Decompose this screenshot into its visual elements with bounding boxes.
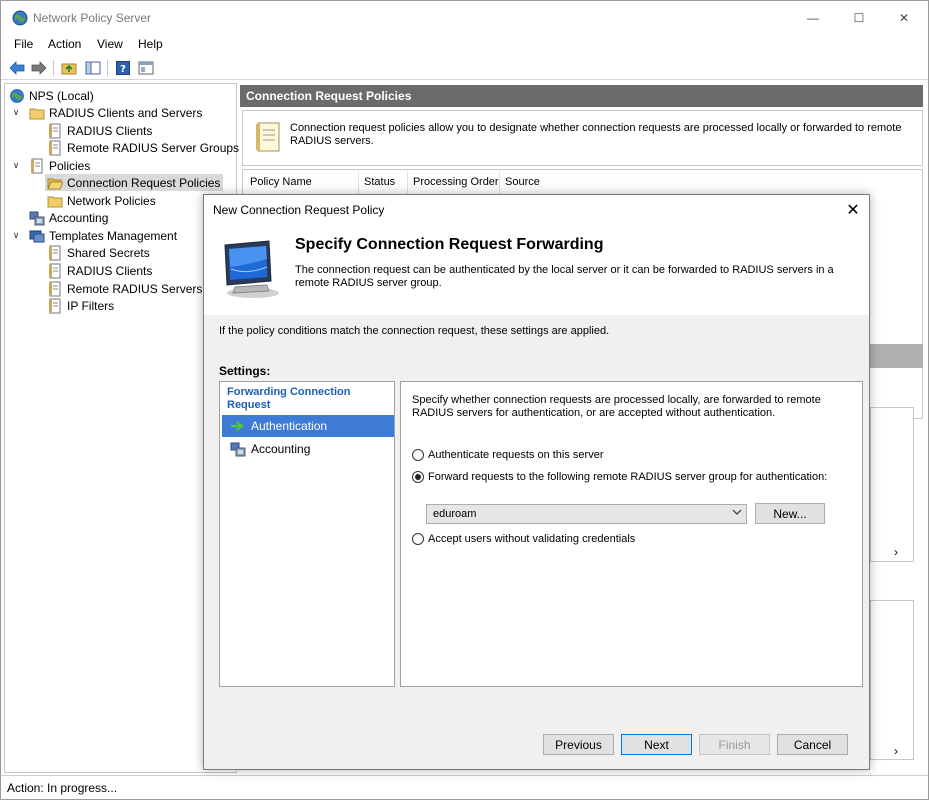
- close-window-button[interactable]: ✕: [881, 1, 927, 34]
- menu-help[interactable]: Help: [138, 37, 163, 51]
- templates-icon: [29, 230, 45, 242]
- document-icon: [49, 123, 61, 138]
- settings-nav: Forwarding Connection Request Authentica…: [219, 381, 395, 687]
- properties-icon[interactable]: [137, 59, 155, 77]
- document-icon: [49, 263, 61, 278]
- settings-label: Settings:: [219, 364, 271, 378]
- tree-item-remote-radius-server-groups[interactable]: Remote RADIUS Server Groups: [47, 139, 239, 156]
- notepad-icon: [256, 122, 280, 152]
- accounting-icon: [229, 441, 247, 457]
- document-icon: [31, 158, 43, 173]
- tree-item-templates-management[interactable]: ∨ Templates Management: [9, 227, 177, 244]
- conditions-box: [870, 407, 914, 562]
- minimize-button[interactable]: —: [790, 1, 836, 34]
- scroll-right-icon[interactable]: ›: [888, 743, 904, 759]
- folder-icon: [29, 108, 45, 119]
- previous-button[interactable]: Previous: [543, 734, 614, 755]
- nav-category: Forwarding Connection Request: [227, 386, 351, 411]
- tree-item-remote-radius-servers[interactable]: Remote RADIUS Servers: [47, 280, 202, 297]
- menu-view[interactable]: View: [97, 37, 123, 51]
- chevron-down-icon[interactable]: ∨: [9, 230, 23, 241]
- folder-open-icon: [47, 178, 63, 189]
- settings-box: [870, 600, 914, 760]
- nav-item-authentication[interactable]: Authentication: [222, 415, 394, 437]
- menu-file[interactable]: File: [14, 37, 33, 51]
- new-server-group-button[interactable]: New...: [755, 503, 825, 524]
- column-status[interactable]: Status: [364, 176, 395, 188]
- radio-button[interactable]: [412, 533, 424, 545]
- tree-item-ip-filters[interactable]: IP Filters: [47, 297, 114, 314]
- column-processing-order[interactable]: Processing Order: [413, 176, 499, 188]
- tree-item-connection-request-policies[interactable]: Connection Request Policies: [45, 174, 224, 191]
- settings-content: Specify whether connection requests are …: [400, 381, 863, 687]
- nav-item-accounting[interactable]: Accounting: [222, 438, 394, 460]
- status-bar: Action: In progress...: [1, 775, 928, 799]
- tree-item-shared-secrets[interactable]: Shared Secrets: [47, 244, 150, 261]
- chevron-down-icon: [732, 507, 742, 520]
- toolbar: ?: [1, 56, 928, 80]
- title-bar: Network Policy Server — ☐ ✕: [1, 1, 928, 34]
- forward-arrow-icon[interactable]: [30, 59, 48, 77]
- radio-authenticate-locally[interactable]: Authenticate requests on this server: [412, 449, 603, 461]
- status-text: Action: In progress...: [7, 781, 118, 795]
- info-panel: Connection request policies allow you to…: [242, 110, 923, 166]
- document-icon: [49, 140, 61, 155]
- next-button[interactable]: Next: [621, 734, 692, 755]
- nps-globe-icon: [12, 10, 28, 26]
- scroll-right-icon[interactable]: ›: [888, 544, 904, 560]
- chevron-down-icon[interactable]: ∨: [9, 160, 23, 171]
- radio-accept-without-validation[interactable]: Accept users without validating credenti…: [412, 533, 635, 545]
- column-policy-name[interactable]: Policy Name: [250, 176, 312, 188]
- menu-bar: File Action View Help: [1, 34, 928, 56]
- nps-globe-icon: [10, 88, 24, 103]
- chevron-down-icon[interactable]: ∨: [9, 107, 23, 118]
- tree-item-policies[interactable]: ∨ Policies: [9, 157, 90, 174]
- dialog-body: If the policy conditions match the conne…: [204, 315, 869, 769]
- back-arrow-icon[interactable]: [8, 59, 26, 77]
- pane-header: Connection Request Policies: [240, 85, 923, 107]
- info-text: Connection request policies allow you to…: [290, 122, 902, 147]
- condition-text: If the policy conditions match the conne…: [219, 325, 610, 337]
- dialog-title: New Connection Request Policy: [213, 203, 385, 217]
- accounting-icon: [29, 211, 45, 225]
- tree-item-accounting[interactable]: Accounting: [29, 209, 108, 226]
- tree-item-nps-local[interactable]: NPS (Local): [9, 87, 94, 104]
- document-icon: [49, 298, 61, 313]
- column-source[interactable]: Source: [505, 176, 540, 188]
- folder-icon: [47, 196, 63, 207]
- dialog-heading: Specify Connection Request Forwarding: [295, 236, 604, 253]
- radio-button[interactable]: [412, 449, 424, 461]
- cancel-button[interactable]: Cancel: [777, 734, 848, 755]
- maximize-button[interactable]: ☐: [836, 1, 882, 34]
- radio-button-selected[interactable]: [412, 471, 424, 483]
- up-folder-icon[interactable]: [60, 59, 78, 77]
- show-hide-tree-icon[interactable]: [84, 59, 102, 77]
- svg-text:?: ?: [120, 64, 126, 75]
- dialog-close-button[interactable]: ✕: [840, 199, 866, 221]
- monitor-icon: [224, 240, 279, 298]
- tree-item-radius-clients-servers[interactable]: ∨ RADIUS Clients and Servers: [9, 104, 203, 121]
- document-icon: [49, 245, 61, 260]
- tree-item-template-radius-clients[interactable]: RADIUS Clients: [47, 262, 152, 279]
- tree-item-radius-clients[interactable]: RADIUS Clients: [47, 122, 152, 139]
- window-title: Network Policy Server: [33, 11, 152, 25]
- dialog-header: Specify Connection Request Forwarding Th…: [204, 223, 869, 315]
- help-icon[interactable]: ?: [114, 59, 132, 77]
- finish-button[interactable]: Finish: [699, 734, 770, 755]
- server-group-select[interactable]: eduroam: [426, 504, 747, 524]
- new-connection-request-policy-dialog: New Connection Request Policy ✕ Specify …: [203, 194, 870, 770]
- dialog-subheading: The connection request can be authentica…: [295, 264, 834, 289]
- menu-action[interactable]: Action: [48, 37, 81, 51]
- close-icon: ✕: [846, 202, 860, 219]
- tree-item-network-policies[interactable]: Network Policies: [47, 192, 156, 209]
- green-arrow-icon: [229, 418, 247, 434]
- document-icon: [49, 281, 61, 296]
- radio-forward-requests[interactable]: Forward requests to the following remote…: [412, 471, 827, 483]
- content-description: Specify whether connection requests are …: [412, 394, 821, 419]
